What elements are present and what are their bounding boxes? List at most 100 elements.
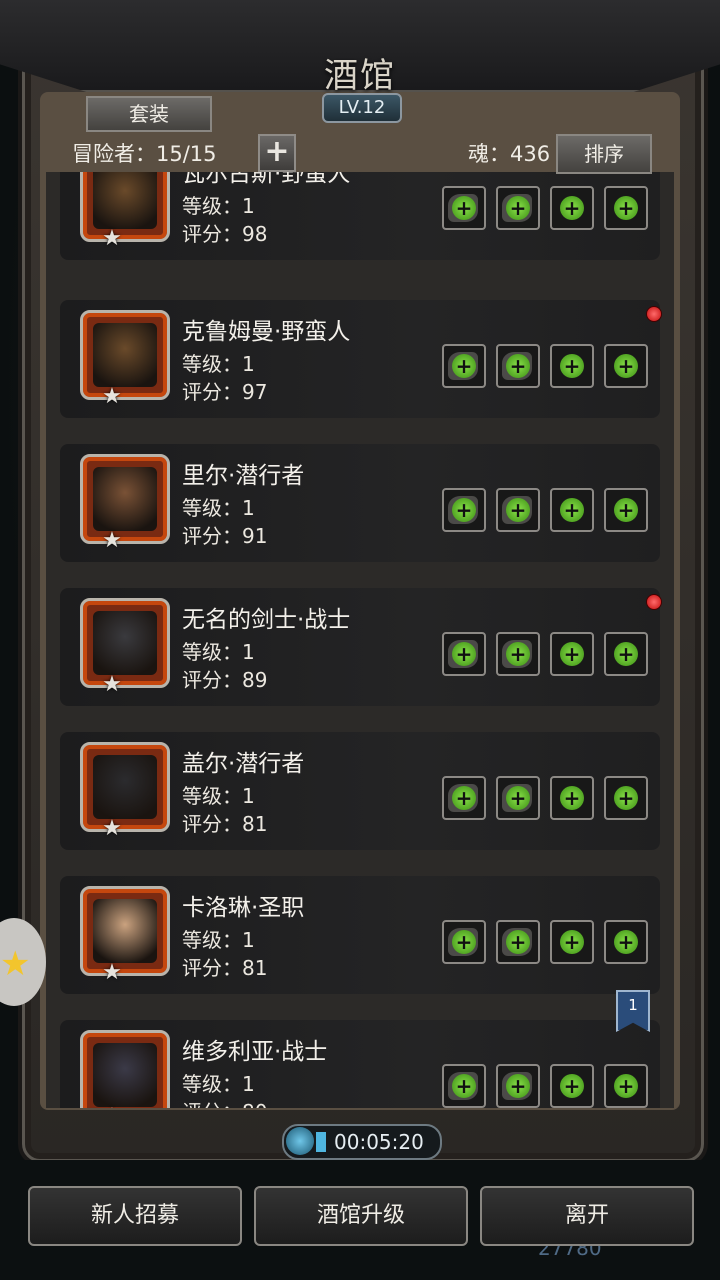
accessory-slot[interactable]: + — [550, 344, 594, 388]
hero-name: 无名的剑士·战士 — [182, 607, 351, 633]
weapon-slot[interactable]: + — [442, 1064, 486, 1108]
soul-count: 魂：436 — [468, 142, 551, 166]
accessory-slot[interactable]: + — [604, 344, 648, 388]
accessory-slot[interactable]: + — [604, 632, 648, 676]
rank-star-icon: ★ — [102, 960, 122, 985]
equipment-slots: + + + + — [442, 488, 648, 532]
page-title: 酒馆 — [324, 56, 396, 96]
accessory-slot[interactable]: + — [604, 1064, 648, 1108]
hero-card[interactable]: ★ 克鲁姆曼·野蛮人 等级：1 评分：97 + + + + — [60, 300, 662, 418]
add-icon: + — [506, 930, 530, 954]
hero-face — [93, 172, 157, 229]
accessory-slot[interactable]: + — [604, 186, 648, 230]
armor-slot[interactable]: + — [496, 186, 540, 230]
accessory-slot[interactable]: + — [604, 920, 648, 964]
armor-slot[interactable]: + — [496, 488, 540, 532]
add-icon: + — [506, 1074, 530, 1098]
sort-button[interactable]: 排序 — [556, 134, 652, 174]
weapon-slot[interactable]: + — [442, 186, 486, 230]
rank-star-icon: ★ — [102, 672, 122, 697]
hero-portrait[interactable] — [80, 454, 170, 544]
timer-text: 00:05:20 — [334, 1130, 424, 1154]
hero-score: 评分：80 — [182, 1096, 267, 1108]
accessory-slot[interactable]: + — [550, 186, 594, 230]
weapon-slot[interactable]: + — [442, 632, 486, 676]
upgrade-tavern-button[interactable]: 酒馆升级 — [254, 1186, 468, 1246]
hero-portrait[interactable] — [80, 310, 170, 400]
weapon-slot[interactable]: + — [442, 920, 486, 964]
add-icon: + — [560, 498, 584, 522]
set-button[interactable]: 套装 — [86, 96, 212, 132]
add-icon: + — [560, 786, 584, 810]
rank-star-icon: ★ — [102, 384, 122, 409]
hero-face — [93, 467, 157, 531]
add-icon: + — [452, 1074, 476, 1098]
hero-face — [93, 755, 157, 819]
add-icon: + — [614, 930, 638, 954]
hero-level: 等级：1 — [182, 352, 255, 376]
hero-portrait[interactable] — [80, 1030, 170, 1108]
add-icon: + — [614, 786, 638, 810]
armor-slot[interactable]: + — [496, 776, 540, 820]
accessory-slot[interactable]: + — [550, 632, 594, 676]
armor-slot[interactable]: + — [496, 632, 540, 676]
add-icon: + — [614, 354, 638, 378]
clock-icon — [286, 1127, 314, 1155]
leave-button[interactable]: 离开 — [480, 1186, 694, 1246]
accessory-slot[interactable]: + — [550, 776, 594, 820]
accessory-slot[interactable]: + — [550, 488, 594, 532]
add-icon: + — [452, 786, 476, 810]
hero-card[interactable]: ★ 里尔·潜行者 等级：1 评分：91 + + + + — [60, 444, 660, 562]
hero-face — [93, 1043, 157, 1107]
add-icon: + — [506, 196, 530, 220]
armor-slot[interactable]: + — [496, 344, 540, 388]
hero-score: 评分：81 — [182, 956, 268, 980]
rank-star-icon: ★ — [102, 816, 122, 841]
hero-name: 维多利亚·战士 — [182, 1039, 328, 1065]
hero-card[interactable]: ★ 卡洛琳·圣职 等级：1 评分：81 + + + + — [60, 876, 660, 994]
hero-level: 等级：1 — [182, 640, 255, 664]
notification-dot — [646, 306, 662, 322]
weapon-slot[interactable]: + — [442, 344, 486, 388]
add-icon: + — [506, 354, 530, 378]
hero-portrait[interactable] — [80, 742, 170, 832]
add-icon: + — [560, 930, 584, 954]
hero-portrait[interactable] — [80, 172, 170, 242]
hero-card[interactable]: ★ 盖尔·潜行者 等级：1 评分：81 + + + + — [60, 732, 660, 850]
hero-card[interactable]: ★ 无名的剑士·战士 等级：1 评分：89 + + + + — [60, 588, 662, 706]
hero-level: 等级：1 — [182, 194, 255, 218]
accessory-slot[interactable]: + — [550, 920, 594, 964]
hero-card[interactable]: ★ 瓦尔古斯·野蛮人 等级：1 评分：98 + + + + — [60, 172, 660, 260]
hero-list[interactable]: ★ 瓦尔古斯·野蛮人 等级：1 评分：98 + + + + ★ 克鲁姆曼·野蛮人… — [46, 172, 674, 1108]
recruit-button[interactable]: 新人招募 — [28, 1186, 242, 1246]
hero-level: 等级：1 — [182, 928, 255, 952]
accessory-slot[interactable]: + — [604, 488, 648, 532]
armor-slot[interactable]: + — [496, 920, 540, 964]
hero-face — [93, 323, 157, 387]
weapon-slot[interactable]: + — [442, 776, 486, 820]
accessory-slot[interactable]: + — [550, 1064, 594, 1108]
rank-star-icon: ★ — [102, 528, 122, 553]
armor-slot[interactable]: + — [496, 1064, 540, 1108]
rank-star-icon: ★ — [102, 226, 122, 251]
accessory-slot[interactable]: + — [604, 776, 648, 820]
hero-name: 盖尔·潜行者 — [182, 751, 305, 777]
adventurer-count: 冒险者：15/15 — [72, 142, 217, 166]
hero-face — [93, 611, 157, 675]
add-icon: + — [506, 786, 530, 810]
add-icon: + — [614, 196, 638, 220]
hero-level: 等级：1 — [182, 784, 255, 808]
refresh-timer: 00:05:20 — [282, 1124, 442, 1160]
add-icon: + — [560, 354, 584, 378]
hero-portrait[interactable] — [80, 886, 170, 976]
add-icon: + — [614, 642, 638, 666]
tavern-level-badge: LV.12 — [322, 93, 402, 123]
hero-portrait[interactable] — [80, 598, 170, 688]
hero-name: 克鲁姆曼·野蛮人 — [182, 319, 351, 345]
hero-name: 瓦尔古斯·野蛮人 — [182, 172, 351, 187]
add-adventurer-button[interactable]: + — [258, 134, 296, 172]
weapon-slot[interactable]: + — [442, 488, 486, 532]
hero-name: 里尔·潜行者 — [182, 463, 305, 489]
hero-card[interactable]: ★ 维多利亚·战士 等级：1 评分：80 + + + + — [60, 1020, 660, 1108]
notification-dot — [646, 594, 662, 610]
